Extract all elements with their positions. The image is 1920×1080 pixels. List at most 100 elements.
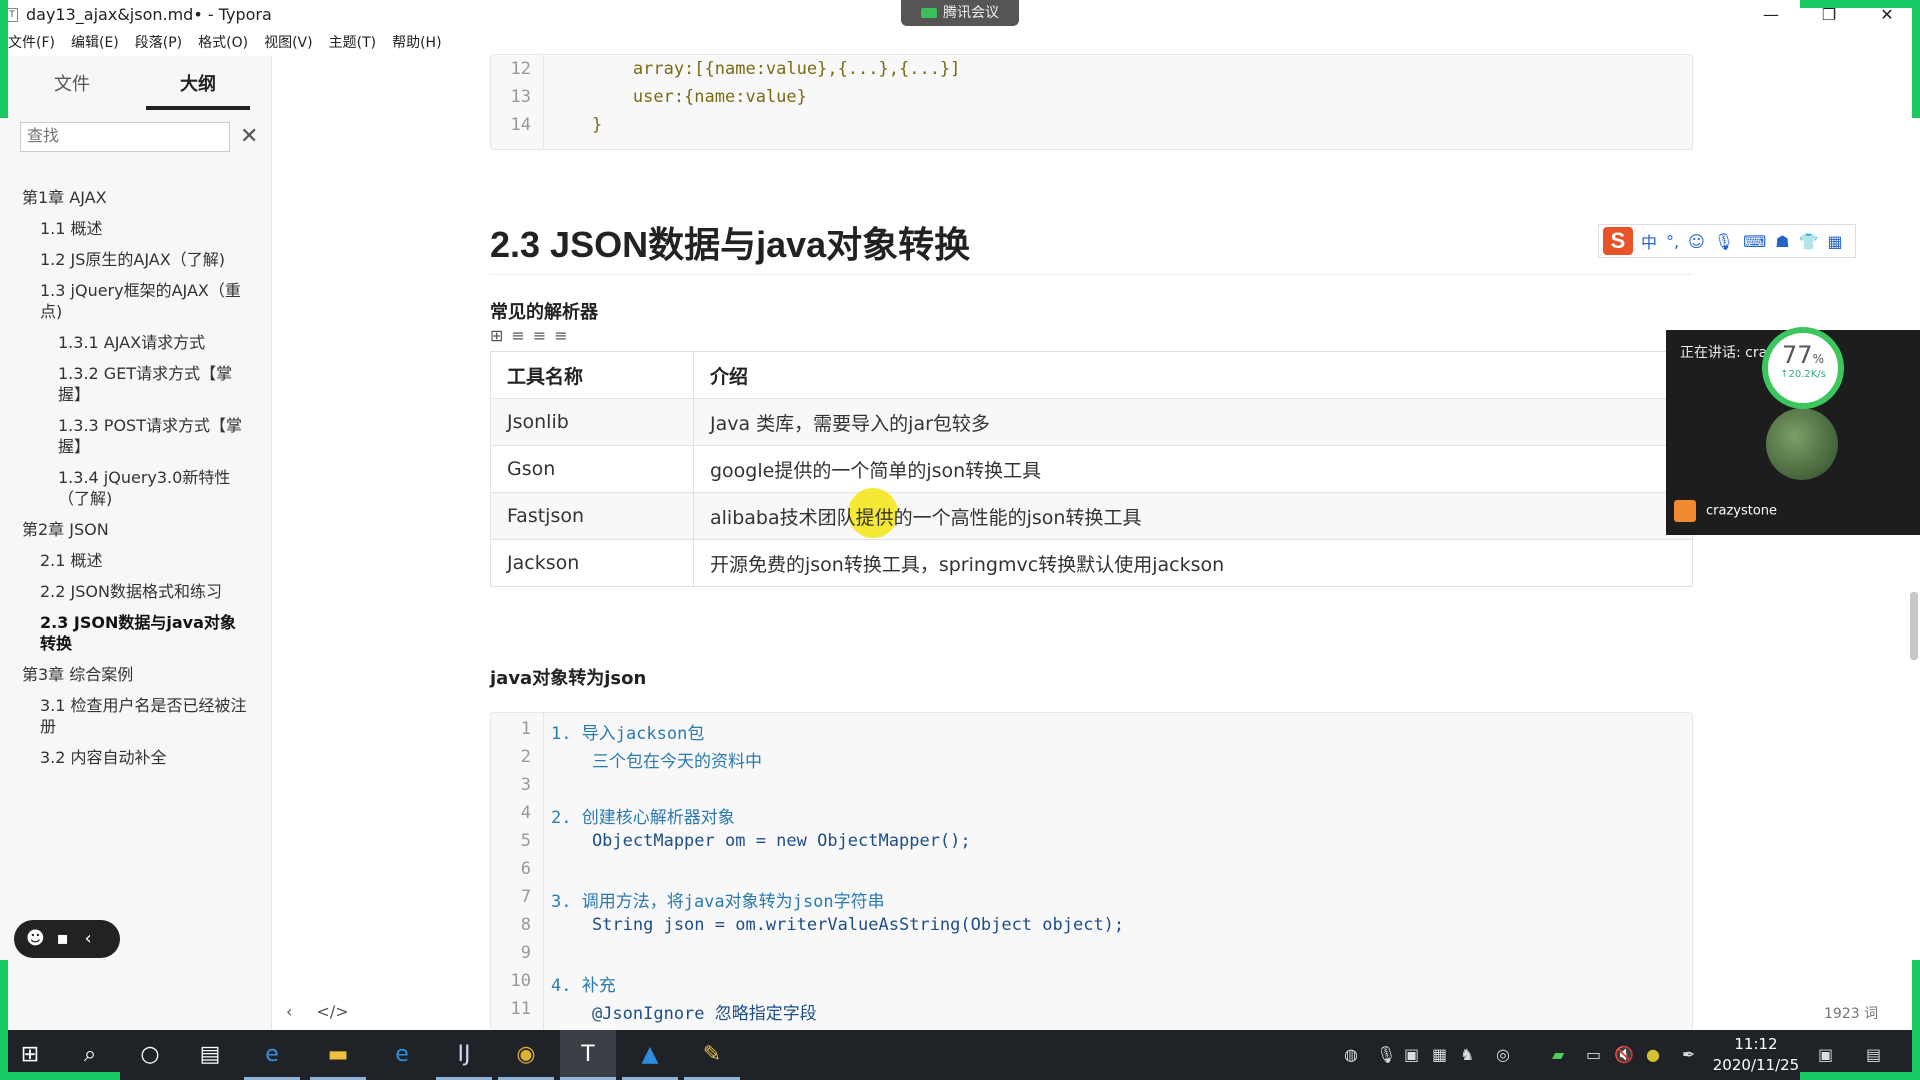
typora-taskbar-icon[interactable]: T [560,1030,616,1080]
net-rate: ↑20.2K/s [1780,369,1826,380]
word-count: 1923 词 [1824,1006,1879,1022]
message-icon[interactable]: ▪ [57,928,69,949]
table-cell[interactable]: Fastjson [490,492,694,540]
minimize-button[interactable]: — [1748,2,1794,28]
sogou-logo-icon[interactable]: S [1603,227,1633,255]
ime-user-icon[interactable]: ☗ [1775,232,1789,251]
tray-pen-icon[interactable]: ✒ [1682,1030,1695,1080]
window-title: day13_ajax&json.md• - Typora [26,5,272,24]
tray-antivirus-icon[interactable]: ◍ [1344,1030,1358,1080]
outline-item[interactable]: 3.1 检查用户名是否已经被注册 [0,690,270,742]
tool-app-icon[interactable]: ✎ [684,1030,740,1080]
menu-edit[interactable]: 编辑(E) [63,30,127,54]
chrome-icon[interactable]: ◉ [498,1030,554,1080]
ie-icon[interactable]: e [244,1030,300,1080]
menu-theme[interactable]: 主题(T) [321,30,384,54]
outline-item[interactable]: 1.3.2 GET请求方式【掌握】 [0,358,270,410]
net-percent: 77 [1782,341,1813,369]
menu-format[interactable]: 格式(O) [190,30,256,54]
outline-item[interactable]: 2.2 JSON数据格式和练习 [0,576,270,607]
table-cell[interactable]: Gson [490,445,694,493]
align-center-icon[interactable]: ≡ [533,326,554,345]
speaking-label: 正在讲话: cra [1680,345,1768,361]
tray-device-icon[interactable]: ▦ [1432,1030,1447,1080]
source-code-icon[interactable]: </> [316,1002,348,1021]
outline-item[interactable]: 1.3.4 jQuery3.0新特性（了解) [0,462,270,514]
outline-item[interactable]: 第3章 综合案例 [0,659,270,690]
menu-help[interactable]: 帮助(H) [384,30,449,54]
outline-item[interactable]: 2.3 JSON数据与java对象转换 [0,607,270,659]
line-number: 4 [520,803,531,823]
table-header-cell[interactable]: 介绍 [693,351,1693,399]
ime-punct-icon[interactable]: °, [1666,232,1679,251]
tray-qq-icon[interactable]: ♞ [1460,1030,1474,1080]
emoji-icon[interactable]: ☻ [26,928,45,949]
outline-item[interactable]: 第2章 JSON [0,514,270,545]
ime-keyboard-icon[interactable]: ⌨ [1743,232,1766,251]
table-cell[interactable]: google提供的一个简单的json转换工具 [693,445,1693,493]
cell-text: Jsonlib [507,411,569,433]
ime-emoji-icon[interactable]: ☺ [1688,232,1705,251]
tencent-meeting-icon[interactable]: ▲ [622,1030,678,1080]
cortana-icon[interactable]: ○ [122,1030,178,1080]
line-number: 14 [510,115,531,135]
tray-mute-icon[interactable]: 🔇 [1614,1030,1634,1080]
editor-scrollbar[interactable] [1910,592,1918,660]
taskbar: ⊞ ⌕ ○ ▤ e ▬ e IJ ◉ T ▲ ✎ ◍ 🎙 ▣ ▦ ♞ ◎ ▰ ▭… [0,1030,1920,1080]
outline-list: 第1章 AJAX 1.1 概述 1.2 JS原生的AJAX（了解) 1.3 jQuer… [0,182,270,773]
parsers-table[interactable]: 工具名称 介绍 Jsonlib Java 类库，需要导入的jar包较多 Gson… [490,351,1693,587]
sidebar: 文件 大纲 ✕ 第1章 AJAX1.1 概述1.2 JS原生的AJAX（了解)1… [0,56,272,1030]
tray-360-icon[interactable]: ● [1646,1030,1660,1080]
outline-item[interactable]: 1.2 JS原生的AJAX（了解) [0,244,270,275]
tray-network-icon[interactable]: ▣ [1404,1030,1419,1080]
table-cell[interactable]: 开源免费的json转换工具，springmvc转换默认使用jackson [693,539,1693,587]
ime-voice-icon[interactable]: 🎙 [1714,232,1734,251]
share-corner-br-v [1912,960,1920,1080]
outline-item[interactable]: 第1章 AJAX [0,182,270,213]
outline-item[interactable]: 1.3 jQuery框架的AJAX（重点) [0,275,270,327]
ime-skin-icon[interactable]: 👕 [1799,232,1819,251]
tray-battery-icon[interactable]: ▭ [1586,1030,1601,1080]
table-cell[interactable]: Java 类库，需要导入的jar包较多 [693,398,1693,446]
ime-grid-icon[interactable]: ▦ [1827,232,1842,251]
outline-item[interactable]: 1.3.1 AJAX请求方式 [0,327,270,358]
menu-paragraph[interactable]: 段落(P) [127,30,190,54]
intellij-icon[interactable]: IJ [436,1030,492,1080]
network-gauge[interactable]: 77% ↑20.2K/s [1762,327,1844,409]
task-view-icon[interactable]: ▤ [182,1030,238,1080]
collapse-icon[interactable]: ‹ [84,928,91,949]
meeting-indicator[interactable]: 腾讯会议 [901,0,1019,26]
outline-item[interactable]: 2.1 概述 [0,545,270,576]
ime-chinese-icon[interactable]: 中 [1641,229,1657,253]
chat-widget[interactable]: ☻ ▪ ‹ [14,920,120,958]
align-right-icon[interactable]: ≡ [554,326,575,345]
tray-mic-icon[interactable]: 🎙 [1376,1030,1396,1080]
share-corner-bl-h [0,1072,120,1080]
close-icon[interactable]: ✕ [240,122,258,152]
table-cell[interactable]: alibaba技术团队提供的一个高性能的json转换工具 [693,492,1693,540]
code-block-java-to-json[interactable]: 1 1. 导入jackson包 2 三个包在今天的资料中 3 4 2. 创建核心解析器对象… [490,712,1693,1030]
taskbar-clock[interactable]: 11:12 2020/11/25 [1706,1034,1806,1076]
tab-outline[interactable]: 大纲 [146,70,250,110]
bottom-nav: ‹ </> [286,1002,373,1021]
table-toolbar[interactable]: ⊞≡≡≡ [490,326,576,345]
align-left-icon[interactable]: ≡ [511,326,532,345]
tray-nvidia-icon[interactable]: ▰ [1552,1030,1564,1080]
tab-files[interactable]: 文件 [20,70,124,110]
table-grid-icon[interactable]: ⊞ [490,326,511,345]
menu-view[interactable]: 视图(V) [256,30,321,54]
menu-file[interactable]: 文件(F) [0,30,63,54]
code-block-json-format[interactable]: 12 array:[{name:value},{...},{...}] 13 u… [490,54,1693,150]
outline-item[interactable]: 1.1 概述 [0,213,270,244]
outline-search-input[interactable] [20,122,230,152]
chevron-left-icon[interactable]: ‹ [286,1002,292,1021]
table-cell[interactable]: Jsonlib [490,398,694,446]
tray-globe-icon[interactable]: ◎ [1496,1030,1510,1080]
table-header-cell[interactable]: 工具名称 [490,351,694,399]
outline-item[interactable]: 1.3.3 POST请求方式【掌握】 [0,410,270,462]
file-explorer-icon[interactable]: ▬ [310,1030,366,1080]
outline-item[interactable]: 3.2 内容自动补全 [0,742,270,773]
ime-toolbar[interactable]: S 中 °, ☺ 🎙 ⌨ ☗ 👕 ▦ [1598,224,1856,258]
edge-icon[interactable]: e [374,1030,430,1080]
table-cell[interactable]: Jackson [490,539,694,587]
